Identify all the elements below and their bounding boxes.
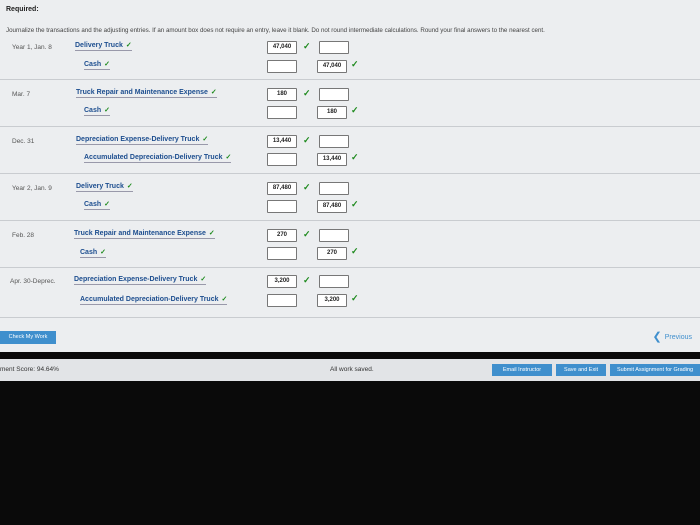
correct-check-icon: ✓ <box>104 107 110 114</box>
entry-date: Year 1, Jan. 8 <box>12 44 52 51</box>
correct-check-icon: ✓ <box>100 249 106 256</box>
credit-account-select[interactable]: Cash ✓ <box>84 200 110 210</box>
correct-check-icon: ✓ <box>303 229 311 239</box>
previous-button[interactable]: ❮ Previous <box>653 330 692 343</box>
correct-check-icon: ✓ <box>104 61 110 68</box>
credit-amount-input[interactable] <box>319 182 349 195</box>
debit-amount-input[interactable]: 47,040 <box>267 41 297 54</box>
correct-check-icon: ✓ <box>351 59 359 69</box>
credit-account-select[interactable]: Accumulated Depreciation-Delivery Truck ✓ <box>80 295 228 305</box>
credit-amount-input[interactable]: 180 <box>317 106 347 119</box>
correct-check-icon: ✓ <box>303 275 311 285</box>
credit-amount-input[interactable] <box>319 229 349 242</box>
correct-check-icon: ✓ <box>351 152 359 162</box>
row-divider <box>0 267 700 268</box>
debit-amount-input[interactable] <box>267 247 297 260</box>
entry-date: Dec. 31 <box>12 138 35 145</box>
credit-account-select[interactable]: Cash ✓ <box>84 60 110 70</box>
correct-check-icon: ✓ <box>200 276 207 283</box>
correct-check-icon: ✓ <box>104 201 110 208</box>
row-divider <box>0 79 700 80</box>
credit-amount-input[interactable]: 13,440 <box>317 153 347 166</box>
save-and-exit-button[interactable]: Save and Exit <box>556 364 606 376</box>
correct-check-icon: ✓ <box>221 296 228 303</box>
submit-assignment-button[interactable]: Submit Assignment for Grading <box>610 364 700 376</box>
correct-check-icon: ✓ <box>351 246 359 256</box>
debit-amount-input[interactable] <box>267 106 297 119</box>
debit-amount-input[interactable]: 270 <box>267 229 297 242</box>
credit-amount-input[interactable]: 3,200 <box>317 294 347 307</box>
credit-amount-input[interactable]: 47,040 <box>317 60 347 73</box>
correct-check-icon: ✓ <box>303 182 311 192</box>
correct-check-icon: ✓ <box>303 135 311 145</box>
entry-date: Mar. 7 <box>12 91 31 98</box>
debit-account-select[interactable]: Truck Repair and Maintenance Expense ✓ <box>76 88 217 98</box>
entry-date: Feb. 28 <box>12 232 35 239</box>
correct-check-icon: ✓ <box>303 41 311 51</box>
credit-account-select[interactable]: Accumulated Depreciation-Delivery Truck ✓ <box>84 153 232 163</box>
debit-amount-input[interactable]: 180 <box>267 88 297 101</box>
debit-amount-input[interactable] <box>267 294 297 307</box>
credit-amount-input[interactable]: 87,480 <box>317 200 347 213</box>
credit-amount-input[interactable] <box>319 135 349 148</box>
row-divider <box>0 317 700 318</box>
credit-amount-input[interactable] <box>319 275 349 288</box>
correct-check-icon: ✓ <box>351 105 359 115</box>
debit-amount-input[interactable]: 13,440 <box>267 135 297 148</box>
entry-date: Year 2, Jan. 9 <box>12 185 52 192</box>
correct-check-icon: ✓ <box>208 230 215 237</box>
required-heading: Required: <box>6 6 39 13</box>
correct-check-icon: ✓ <box>351 199 359 209</box>
correct-check-icon: ✓ <box>303 88 311 98</box>
credit-amount-input[interactable] <box>319 88 349 101</box>
assignment-panel: Required: Journalize the transactions an… <box>0 0 700 352</box>
debit-amount-input[interactable] <box>267 200 297 213</box>
instructions-text: Journalize the transactions and the adju… <box>6 27 545 34</box>
credit-amount-input[interactable] <box>319 41 349 54</box>
debit-account-select[interactable]: Depreciation Expense-Delivery Truck ✓ <box>76 135 209 145</box>
correct-check-icon: ✓ <box>210 89 217 96</box>
row-divider <box>0 126 700 127</box>
debit-account-select[interactable]: Truck Repair and Maintenance Expense ✓ <box>74 229 215 239</box>
debit-account-select[interactable]: Delivery Truck ✓ <box>76 182 133 192</box>
correct-check-icon: ✓ <box>202 136 209 143</box>
correct-check-icon: ✓ <box>225 154 232 161</box>
correct-check-icon: ✓ <box>351 293 359 303</box>
entry-date: Apr. 30-Deprec. <box>10 278 56 285</box>
debit-amount-input[interactable] <box>267 153 297 166</box>
debit-amount-input[interactable]: 87,480 <box>267 182 297 195</box>
row-divider <box>0 173 700 174</box>
email-instructor-button[interactable]: Email Instructor <box>492 364 552 376</box>
debit-amount-input[interactable]: 3,200 <box>267 275 297 288</box>
assignment-score: ment Score: 94.64% <box>0 366 59 373</box>
chevron-left-icon: ❮ <box>652 331 662 343</box>
row-divider <box>0 220 700 221</box>
correct-check-icon: ✓ <box>125 42 132 49</box>
check-my-work-button[interactable]: Check My Work <box>0 331 56 344</box>
debit-account-select[interactable]: Delivery Truck ✓ <box>75 41 132 51</box>
debit-amount-input[interactable] <box>267 60 297 73</box>
save-status: All work saved. <box>330 366 374 373</box>
debit-account-select[interactable]: Depreciation Expense-Delivery Truck ✓ <box>74 275 207 285</box>
credit-amount-input[interactable]: 270 <box>317 247 347 260</box>
correct-check-icon: ✓ <box>126 183 133 190</box>
credit-account-select[interactable]: Cash ✓ <box>84 106 110 116</box>
credit-account-select[interactable]: Cash ✓ <box>80 248 106 258</box>
